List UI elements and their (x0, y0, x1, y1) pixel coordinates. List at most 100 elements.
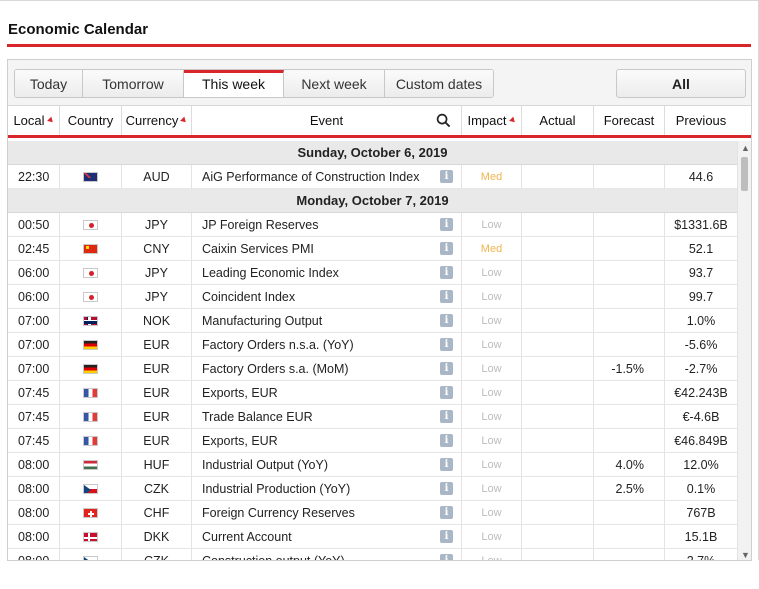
top-border (0, 0, 759, 1)
info-icon[interactable]: i (440, 338, 453, 351)
info-icon[interactable]: i (440, 314, 453, 327)
country-cell (60, 501, 122, 524)
event-name[interactable]: Factory Orders n.s.a. (YoY) (202, 338, 354, 352)
event-time: 07:00 (8, 333, 60, 356)
event-name[interactable]: JP Foreign Reserves (202, 218, 319, 232)
event-name[interactable]: Coincident Index (202, 290, 295, 304)
info-icon[interactable]: i (440, 530, 453, 543)
previous-cell: 93.7 (688, 265, 714, 280)
tab-next-week[interactable]: Next week (284, 70, 385, 97)
impact-cell: Low (462, 477, 522, 500)
table-row[interactable]: 08:00 HUF Industrial Output (YoY) i Low 4.0% 1… (8, 453, 737, 477)
impact-cell: Low (462, 549, 522, 560)
event-name[interactable]: AiG Performance of Construction Index (202, 170, 419, 184)
column-header-actual: Actual (522, 106, 594, 135)
table-row[interactable]: 08:00 CHF Foreign Currency Reserves i Low 767… (8, 501, 737, 525)
event-name[interactable]: Exports, EUR (202, 386, 278, 400)
column-label-previous: Previous (675, 113, 727, 128)
info-icon[interactable]: i (440, 362, 453, 375)
info-icon[interactable]: i (440, 458, 453, 471)
currency-cell: JPY (122, 213, 192, 236)
table-row[interactable]: 07:45 EUR Exports, EUR i Low €46.849B (8, 429, 737, 453)
column-header-local[interactable]: Local (8, 106, 60, 135)
actual-cell (522, 261, 594, 284)
column-label-currency: Currency (125, 113, 179, 128)
scrollbar-thumb[interactable] (741, 157, 748, 191)
info-icon[interactable]: i (440, 218, 453, 231)
info-icon[interactable]: i (440, 290, 453, 303)
table-row[interactable]: 02:45 CNY Caixin Services PMI i Med 52.1 (8, 237, 737, 261)
table-row[interactable]: 07:00 EUR Factory Orders s.a. (MoM) i Low -1.… (8, 357, 737, 381)
info-icon[interactable]: i (440, 506, 453, 519)
event-name[interactable]: Foreign Currency Reserves (202, 506, 355, 520)
all-filter-button[interactable]: All (616, 69, 746, 98)
event-name[interactable]: Leading Economic Index (202, 266, 339, 280)
column-header-impact[interactable]: Impact (462, 106, 522, 135)
event-name[interactable]: Industrial Output (YoY) (202, 458, 328, 472)
table-row[interactable]: 07:00 NOK Manufacturing Output i Low 1.0% (8, 309, 737, 333)
event-name[interactable]: Trade Balance EUR (202, 410, 313, 424)
table-row[interactable]: 06:00 JPY Leading Economic Index i Low 93.7 (8, 261, 737, 285)
event-cell: Factory Orders s.a. (MoM) i (192, 357, 462, 380)
actual-cell (522, 213, 594, 236)
event-time: 07:45 (8, 429, 60, 452)
tab-today[interactable]: Today (15, 70, 83, 97)
previous-cell: -5.6% (684, 337, 718, 352)
currency-cell: JPY (122, 285, 192, 308)
actual-cell (522, 453, 594, 476)
info-icon[interactable]: i (440, 410, 453, 423)
forecast-cell (594, 285, 665, 308)
event-name[interactable]: Caixin Services PMI (202, 242, 314, 256)
tab-tomorrow[interactable]: Tomorrow (83, 70, 184, 97)
event-name[interactable]: Exports, EUR (202, 434, 278, 448)
currency-cell: CZK (122, 477, 192, 500)
event-name[interactable]: Manufacturing Output (202, 314, 322, 328)
tab-custom-dates[interactable]: Custom dates (385, 70, 493, 97)
info-icon[interactable]: i (440, 170, 453, 183)
info-icon[interactable]: i (440, 554, 453, 560)
table-row[interactable]: 07:45 EUR Trade Balance EUR i Low €-4.6B (8, 405, 737, 429)
impact-cell: Low (462, 357, 522, 380)
table-row[interactable]: 07:00 EUR Factory Orders n.s.a. (YoY) i Low -… (8, 333, 737, 357)
info-icon[interactable]: i (440, 242, 453, 255)
country-cell (60, 429, 122, 452)
event-name[interactable]: Construction output (YoY) (202, 554, 345, 561)
tab-this-week[interactable]: This week (184, 70, 284, 97)
table-row[interactable]: 08:00 CZK Industrial Production (YoY) i Low 2… (8, 477, 737, 501)
forecast-cell (594, 381, 665, 404)
event-name[interactable]: Factory Orders s.a. (MoM) (202, 362, 349, 376)
forecast-cell (594, 549, 665, 560)
event-cell: Coincident Index i (192, 285, 462, 308)
forecast-cell: 2.5% (594, 477, 665, 500)
previous-cell: -2.7% (684, 361, 718, 376)
table-row[interactable]: 00:50 JPY JP Foreign Reserves i Low $1331.6B (8, 213, 737, 237)
table-row[interactable]: 07:45 EUR Exports, EUR i Low €42.243B (8, 381, 737, 405)
actual-cell (522, 333, 594, 356)
info-icon[interactable]: i (440, 266, 453, 279)
jpy-flag-icon (83, 291, 98, 302)
country-cell (60, 165, 122, 188)
scroll-up-icon[interactable]: ▲ (741, 143, 750, 153)
event-name[interactable]: Current Account (202, 530, 292, 544)
scroll-down-icon[interactable]: ▼ (741, 550, 750, 560)
sort-arrow-icon (508, 116, 517, 125)
impact-cell: Med (462, 165, 522, 188)
event-name[interactable]: Industrial Production (YoY) (202, 482, 350, 496)
table-row[interactable]: 06:00 JPY Coincident Index i Low 99.7 (8, 285, 737, 309)
info-icon[interactable]: i (440, 386, 453, 399)
forecast-cell (594, 261, 665, 284)
info-icon[interactable]: i (440, 434, 453, 447)
table-row[interactable]: 08:00 CZK Construction output (YoY) i Low 2.7… (8, 549, 737, 561)
search-icon[interactable] (436, 113, 451, 128)
actual-cell (522, 405, 594, 428)
info-icon[interactable]: i (440, 482, 453, 495)
impact-cell: Low (462, 453, 522, 476)
table-row[interactable]: 22:30 AUD AiG Performance of Construction … (8, 165, 737, 189)
page-title: Economic Calendar (8, 21, 149, 38)
eur-flag-icon (83, 363, 98, 374)
scrollbar[interactable]: ▲ ▼ (737, 141, 751, 560)
previous-cell: 1.0% (686, 313, 716, 328)
column-header-currency[interactable]: Currency (122, 106, 192, 135)
table-row[interactable]: 08:00 DKK Current Account i Low 15.1B (8, 525, 737, 549)
event-cell: Exports, EUR i (192, 381, 462, 404)
